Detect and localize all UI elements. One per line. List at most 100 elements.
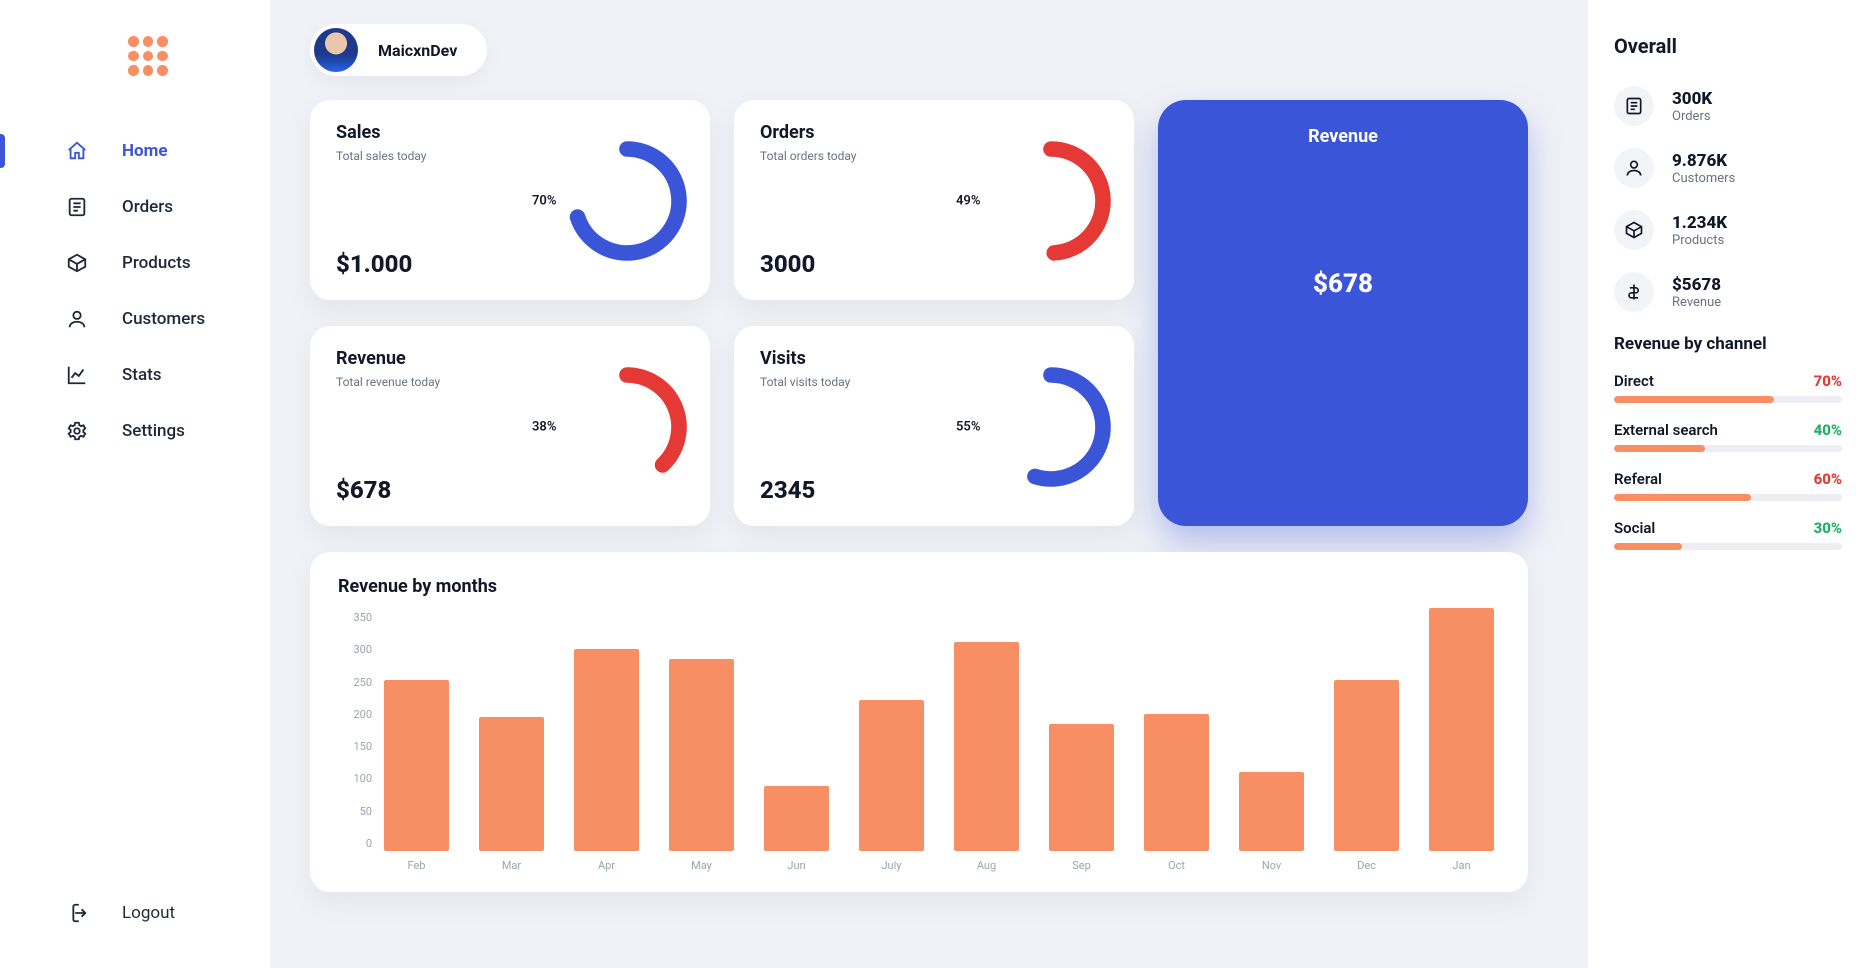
sidebar-item-products[interactable]: Products [0,238,270,288]
card-visits[interactable]: Visits Total visits today 2345 55% [734,326,1134,526]
chart-y-tick: 350 [353,611,372,624]
chart-bar[interactable] [1144,714,1209,851]
chart-bar[interactable] [1334,680,1399,851]
overall-label: Customers [1672,171,1735,186]
right-panel: Overall 300K Orders 9.876K Customers 1.2… [1588,0,1868,968]
chart-bar[interactable] [954,642,1019,851]
chart-bar[interactable] [764,786,829,851]
hero-amount: $678 [1158,269,1528,299]
chart-bar[interactable] [1049,724,1114,851]
avatar [314,28,358,72]
channel-row: External search 40% [1614,421,1842,452]
gear-icon [66,420,88,442]
card-donut: 49% [986,136,1116,266]
channel-name: Social [1614,519,1655,537]
channel-name: Direct [1614,372,1654,390]
overall-title: Overall [1614,34,1842,58]
home-icon [66,140,88,162]
chart-x-tick: Dec [1334,859,1399,872]
logout-button[interactable]: Logout [0,888,270,938]
username: MaicxnDev [378,41,457,60]
card-donut: 70% [562,136,692,266]
card-pct: 70% [532,194,556,209]
overall-list: 300K Orders 9.876K Customers 1.234K Prod… [1614,86,1842,312]
card-donut: 38% [562,362,692,492]
chart-bar[interactable] [1239,772,1304,851]
card-orders[interactable]: Orders Total orders today 3000 49% [734,100,1134,300]
overall-stat: 300K Orders [1614,86,1842,126]
main: MaicxnDev Sales Total sales today $1.000… [270,0,1868,968]
channel-fill [1614,396,1774,403]
sidebar-nav: Home Orders Products Customers Stats Set… [0,126,270,456]
chart-x-tick: Nov [1239,859,1304,872]
chart-bar[interactable] [859,700,924,851]
sidebar-item-home[interactable]: Home [0,126,270,176]
channel-row: Social 30% [1614,519,1842,550]
chart-y-tick: 300 [353,643,372,656]
chart-plot: 350300250200150100500 FebMarAprMayJunJul… [338,605,1500,872]
channel-fill [1614,494,1751,501]
logout-label: Logout [122,903,175,923]
sidebar-item-orders[interactable]: Orders [0,182,270,232]
chart-bar[interactable] [574,649,639,851]
chart-x-tick: May [669,859,734,872]
chart-y-tick: 250 [353,676,372,689]
sidebar-item-settings[interactable]: Settings [0,406,270,456]
sidebar-item-customers[interactable]: Customers [0,294,270,344]
box-icon [1614,210,1654,250]
chart-x-tick: Jan [1429,859,1494,872]
revenue-by-months-chart: Revenue by months 350300250200150100500 … [310,552,1528,892]
overall-label: Products [1672,233,1727,248]
card-revenue[interactable]: Revenue Total revenue today $678 38% [310,326,710,526]
chart-bar[interactable] [669,659,734,851]
chart-x-tick: Oct [1144,859,1209,872]
channel-track [1614,494,1842,501]
overall-label: Orders [1672,109,1712,124]
chart-x-tick: Feb [384,859,449,872]
chart-y-tick: 100 [353,772,372,785]
chart-x-tick: Jun [764,859,829,872]
channel-track [1614,396,1842,403]
chart-y-axis: 350300250200150100500 [338,605,378,872]
channel-row: Referal 60% [1614,470,1842,501]
channel-fill [1614,543,1682,550]
sidebar: Home Orders Products Customers Stats Set… [0,0,270,968]
chart-bar[interactable] [479,717,544,851]
sidebar-item-stats[interactable]: Stats [0,350,270,400]
orders-icon [1614,86,1654,126]
chart-title: Revenue by months [338,576,1500,597]
chart-y-tick: 150 [353,740,372,753]
overall-stat: 9.876K Customers [1614,148,1842,188]
chart-bar[interactable] [1429,608,1494,851]
logout-icon [66,902,88,924]
overall-value: 9.876K [1672,151,1735,171]
app-logo [128,36,168,76]
stats-icon [66,364,88,386]
card-pct: 38% [532,420,556,435]
dollar-icon [1614,272,1654,312]
card-revenue-hero[interactable]: Revenue $678 [1158,100,1528,526]
chart-x-tick: Sep [1049,859,1114,872]
card-pct: 55% [956,420,980,435]
card-value: $678 [336,476,391,504]
channel-track [1614,543,1842,550]
person-icon [1614,148,1654,188]
card-value: 2345 [760,476,815,504]
center-column: MaicxnDev Sales Total sales today $1.000… [270,0,1588,968]
card-pct: 49% [956,194,980,209]
channel-row: Direct 70% [1614,372,1842,403]
user-chip[interactable]: MaicxnDev [310,24,487,76]
chart-bar[interactable] [384,680,449,851]
overall-stat: 1.234K Products [1614,210,1842,250]
sidebar-item-label: Stats [122,365,162,385]
sidebar-item-label: Settings [122,421,185,441]
chart-y-tick: 0 [366,837,372,850]
channel-pct: 40% [1814,421,1842,439]
card-value: $1.000 [336,250,412,278]
channel-name: Referal [1614,470,1662,488]
channel-pct: 70% [1814,372,1842,390]
person-icon [66,308,88,330]
card-sales[interactable]: Sales Total sales today $1.000 70% [310,100,710,300]
overall-value: 300K [1672,89,1712,109]
chart-y-tick: 200 [353,708,372,721]
